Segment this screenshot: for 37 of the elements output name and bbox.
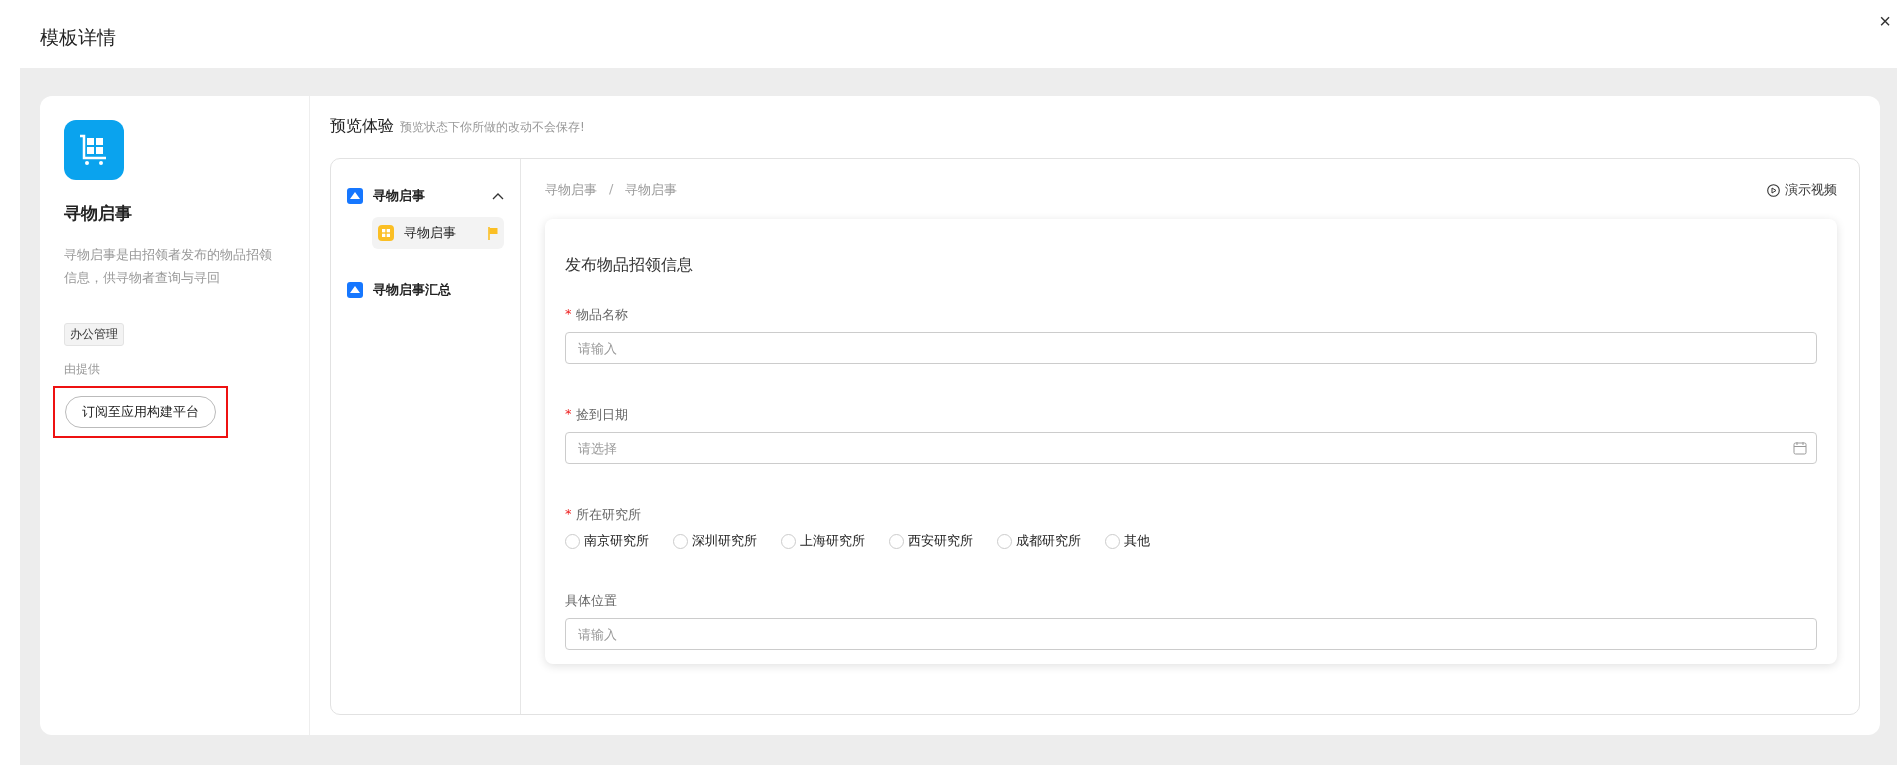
dialog-title: 模板详情 xyxy=(40,25,116,50)
app-icon xyxy=(347,188,363,204)
app-icon xyxy=(347,282,363,298)
template-name: 寻物启事 xyxy=(64,202,132,225)
field-label: 具体位置 xyxy=(565,592,617,610)
radio-option[interactable]: 其他 xyxy=(1105,532,1150,550)
subscribe-button[interactable]: 订阅至应用构建平台 xyxy=(65,396,216,428)
field-label: 捡到日期 xyxy=(575,406,628,424)
category-tag: 办公管理 xyxy=(64,323,124,346)
nav-item[interactable]: 寻物启事 xyxy=(347,181,504,211)
required-mark: * xyxy=(565,306,572,323)
nav-subitem[interactable]: 寻物启事 xyxy=(372,217,504,249)
preview-note: 预览状态下你所做的改动不会保存! xyxy=(400,119,585,136)
demo-video-link[interactable]: 演示视频 xyxy=(1767,181,1837,199)
breadcrumb-separator: / xyxy=(609,181,614,198)
form-title: 发布物品招领信息 xyxy=(565,255,694,276)
date-field[interactable]: 请选择 xyxy=(565,432,1817,464)
radio-option[interactable]: 深圳研究所 xyxy=(673,532,757,550)
input-field[interactable]: 请输入 xyxy=(565,332,1817,364)
provider-text: 由提供 xyxy=(64,361,100,378)
preview-title: 预览体验 xyxy=(330,116,394,137)
template-description: 寻物启事是由招领者发布的物品招领信息，供寻物者查询与寻回 xyxy=(64,246,273,287)
nav-item[interactable]: 寻物启事汇总 xyxy=(347,275,504,305)
radio-option[interactable]: 成都研究所 xyxy=(997,532,1081,550)
calendar-icon xyxy=(1793,441,1807,455)
radio-option[interactable]: 南京研究所 xyxy=(565,532,649,550)
required-mark: * xyxy=(565,506,572,523)
close-button[interactable]: × xyxy=(1873,10,1897,33)
field-label: 所在研究所 xyxy=(575,506,641,524)
input-field[interactable]: 请输入 xyxy=(565,618,1817,650)
radio-option[interactable]: 上海研究所 xyxy=(781,532,865,550)
grid-icon xyxy=(378,225,394,241)
radio-option[interactable]: 西安研究所 xyxy=(889,532,973,550)
cart-icon xyxy=(64,120,124,180)
field-label: 物品名称 xyxy=(575,306,628,324)
required-mark: * xyxy=(565,406,572,423)
play-icon xyxy=(1767,183,1780,197)
